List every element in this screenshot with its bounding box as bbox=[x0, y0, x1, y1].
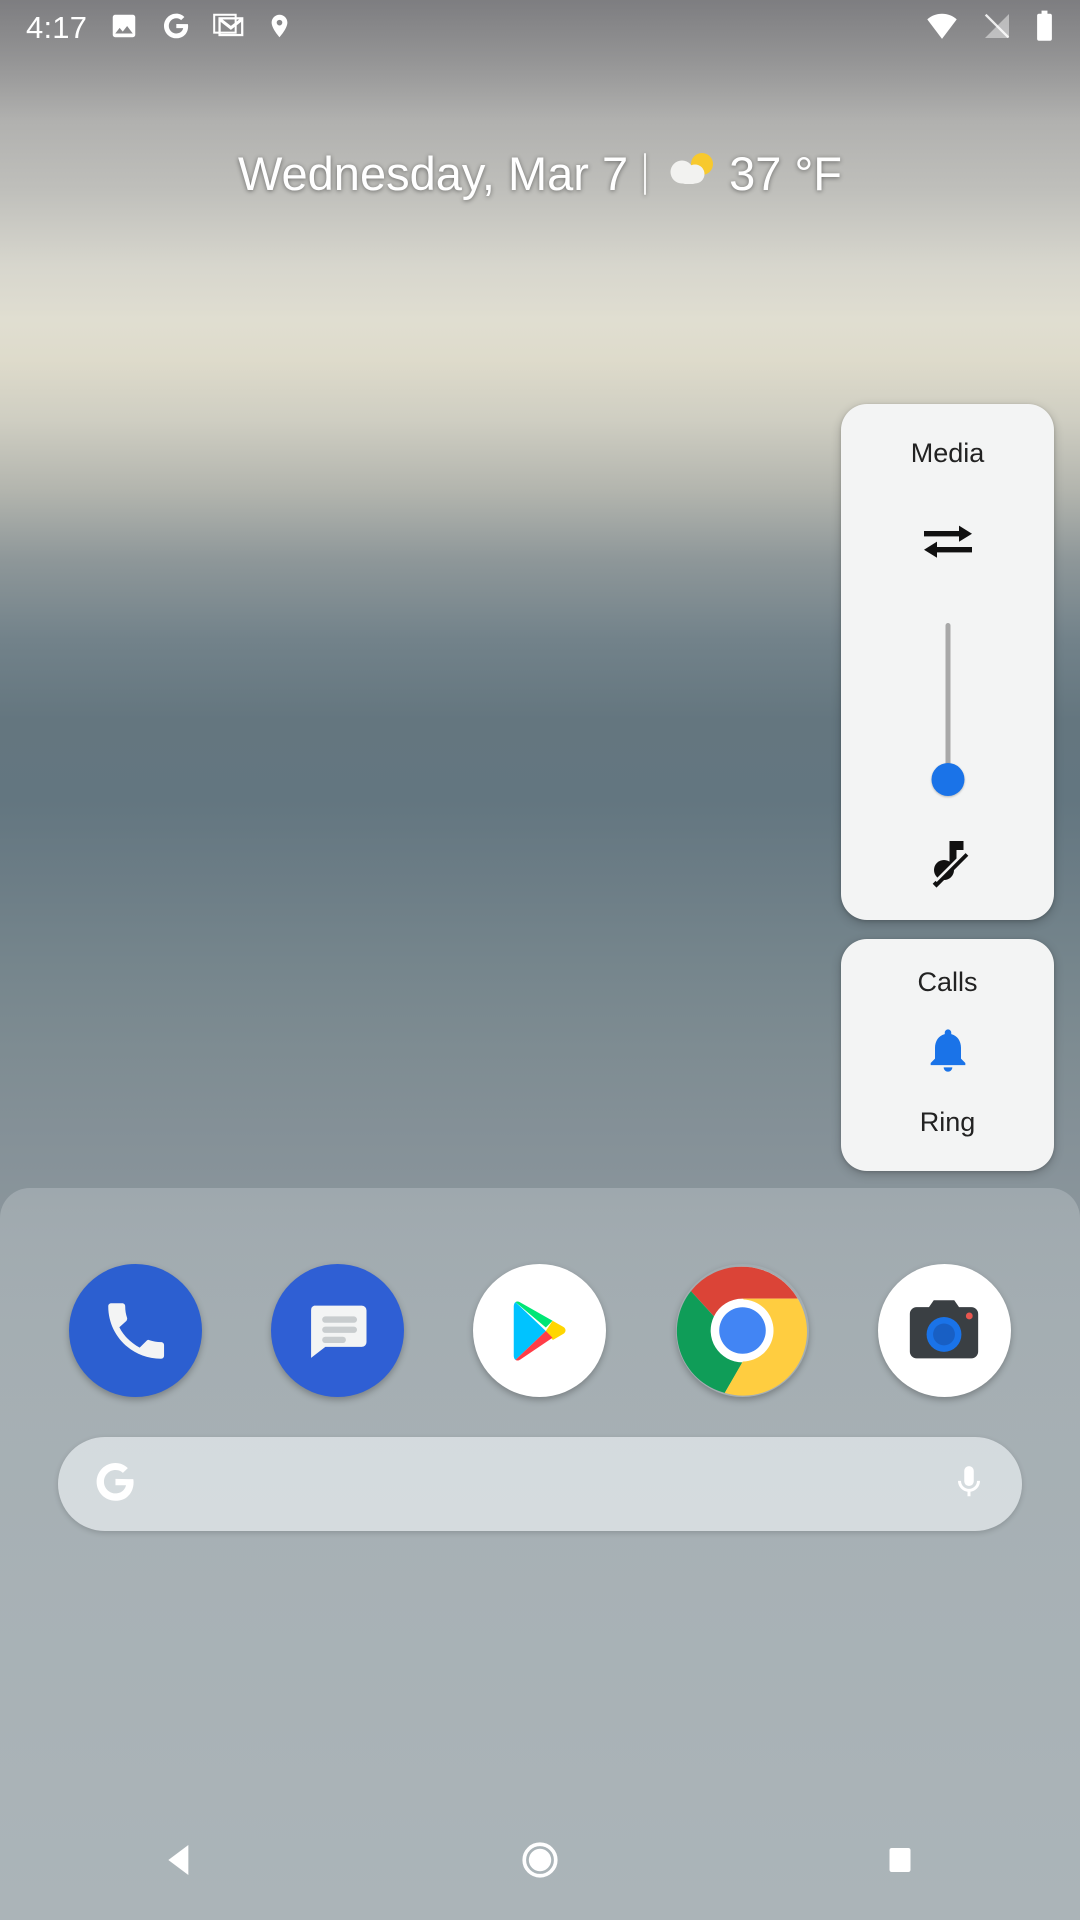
calls-volume-card[interactable]: Calls Ring bbox=[841, 939, 1054, 1171]
media-volume-card[interactable]: Media bbox=[841, 404, 1054, 920]
navigation-bar bbox=[0, 1800, 1080, 1920]
music-note-muted-icon[interactable] bbox=[918, 829, 978, 894]
search-input[interactable] bbox=[138, 1437, 950, 1531]
google-g-icon bbox=[92, 1459, 138, 1510]
google-search-bar[interactable] bbox=[58, 1437, 1022, 1531]
hotseat bbox=[0, 1188, 1080, 1920]
play-store-app-icon[interactable] bbox=[473, 1264, 607, 1397]
temperature-text[interactable]: 37 °F bbox=[729, 146, 842, 201]
location-pin-icon bbox=[266, 11, 293, 46]
no-sim-signal-icon bbox=[981, 10, 1013, 47]
status-bar: 4:17 bbox=[0, 0, 1080, 56]
dock-row bbox=[0, 1264, 1080, 1397]
recents-nav-icon[interactable] bbox=[840, 1800, 960, 1920]
messages-app-icon[interactable] bbox=[271, 1264, 405, 1397]
battery-icon bbox=[1035, 10, 1054, 47]
wifi-icon bbox=[925, 11, 959, 46]
status-bar-right-group bbox=[925, 10, 1054, 47]
date-weather-widget[interactable]: Wednesday, Mar 7 37 °F bbox=[0, 146, 1080, 201]
widget-separator bbox=[644, 152, 647, 195]
home-nav-icon[interactable] bbox=[480, 1800, 600, 1920]
photos-icon bbox=[109, 11, 139, 46]
chrome-app-icon[interactable] bbox=[676, 1264, 809, 1397]
slider-thumb[interactable] bbox=[931, 763, 964, 796]
weather-block[interactable]: 37 °F bbox=[662, 146, 842, 201]
google-icon bbox=[161, 11, 191, 46]
camera-app-icon[interactable] bbox=[877, 1264, 1011, 1397]
partly-cloudy-icon bbox=[662, 148, 720, 199]
bell-ring-icon[interactable] bbox=[922, 1024, 974, 1081]
slider-track bbox=[945, 623, 950, 777]
calls-state-label: Ring bbox=[919, 1107, 976, 1137]
status-bar-left-group: 4:17 bbox=[26, 10, 293, 46]
status-bar-clock: 4:17 bbox=[26, 10, 88, 45]
gmail-icon bbox=[213, 10, 244, 46]
phone-app-icon[interactable] bbox=[69, 1264, 203, 1397]
calls-title: Calls bbox=[917, 967, 978, 997]
media-title: Media bbox=[910, 438, 985, 468]
microphone-icon[interactable] bbox=[950, 1459, 988, 1510]
swap-arrows-icon[interactable] bbox=[918, 520, 978, 569]
volume-panel: Media Calls Ring bbox=[841, 404, 1054, 1171]
media-volume-slider[interactable] bbox=[931, 623, 964, 805]
back-nav-icon[interactable] bbox=[120, 1800, 240, 1920]
date-text[interactable]: Wednesday, Mar 7 bbox=[238, 146, 628, 201]
